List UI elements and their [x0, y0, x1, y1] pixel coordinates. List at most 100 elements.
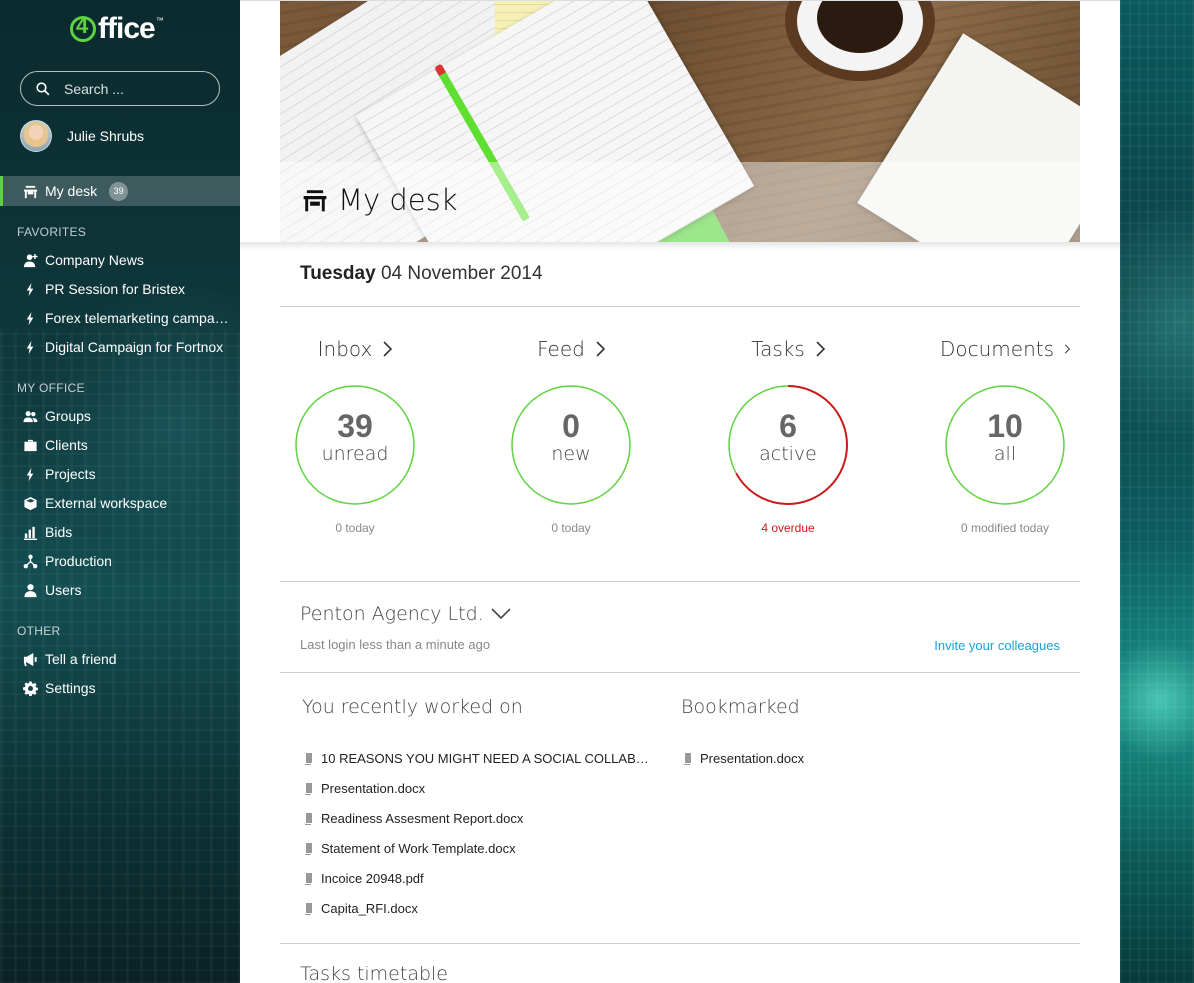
sidebar-item-pr-session[interactable]: PR Session for Bristex [0, 274, 240, 304]
bolt-icon [22, 339, 38, 355]
document-icon [304, 902, 312, 915]
tasks-count: 6 [779, 408, 797, 444]
document-icon [304, 842, 312, 855]
briefcase-icon [22, 437, 38, 453]
tasks-count-label: active [759, 443, 817, 465]
last-login-text: Last login less than a minute ago [300, 637, 491, 652]
main-content: My desk Tuesday 04 November 2014 Inbox 3… [240, 0, 1120, 983]
bookmarked-file[interactable]: Presentation.docx [683, 751, 804, 766]
company-selector[interactable]: Penton Agency Ltd. [300, 603, 512, 625]
inbox-ring[interactable]: 39 unread [295, 385, 415, 505]
desk-icon [303, 190, 327, 212]
sidebar-item-label: Projects [45, 466, 96, 482]
recent-file[interactable]: 10 REASONS YOU MIGHT NEED A SOCIAL COLLA… [304, 751, 657, 766]
gear-icon [22, 680, 38, 696]
sidebar-item-label: Bids [45, 524, 73, 540]
sidebar-item-projects[interactable]: Projects [0, 459, 240, 489]
recent-file[interactable]: Incoice 20948.pdf [304, 871, 424, 886]
sidebar-item-digital-campaign[interactable]: Digital Campaign for Fortnox [0, 332, 240, 362]
stat-documents[interactable]: Documents 10 all 0 modified today [940, 337, 1070, 535]
sidebar: ffice ™ Julie Shrubs My desk 39 FAVORITE… [0, 0, 240, 983]
sidebar-item-production[interactable]: Production [0, 546, 240, 576]
sidebar-item-forex-campaign[interactable]: Forex telemarketing campaign [0, 303, 240, 333]
search-input[interactable] [64, 80, 204, 97]
group-icon [22, 408, 38, 424]
section-title-other: OTHER [17, 624, 61, 638]
recent-file[interactable]: Statement of Work Template.docx [304, 841, 516, 856]
logo-text: ffice [98, 12, 156, 45]
stat-title-inbox[interactable]: Inbox [290, 337, 420, 361]
logo-mark-icon [70, 13, 96, 42]
sidebar-item-external-workspace[interactable]: External workspace [0, 488, 240, 518]
recent-file[interactable]: Capita_RFI.docx [304, 901, 418, 916]
feed-subtext: 0 today [551, 521, 591, 535]
divider [280, 943, 1080, 944]
feed-ring[interactable]: 0 new [511, 385, 631, 505]
sidebar-item-label: External workspace [45, 495, 168, 511]
recent-file[interactable]: Readiness Assesment Report.docx [304, 811, 523, 826]
search-box[interactable] [20, 71, 220, 106]
stat-title-feed[interactable]: Feed [506, 337, 636, 361]
stat-tasks[interactable]: Tasks 6 active 4 overdue [723, 337, 853, 535]
bookmarked-title: Bookmarked [681, 696, 800, 718]
sidebar-item-clients[interactable]: Clients [0, 430, 240, 460]
inbox-subtext: 0 today [335, 521, 375, 535]
sidebar-item-users[interactable]: Users [0, 575, 240, 605]
sidebar-item-groups[interactable]: Groups [0, 401, 240, 431]
tasks-overdue: 4 overdue [761, 521, 815, 535]
documents-ring[interactable]: 10 all [945, 385, 1065, 505]
sidebar-item-label: Forex telemarketing campaign [45, 310, 230, 326]
documents-subtext: 0 modified today [960, 521, 1050, 535]
documents-count-label: all [993, 443, 1017, 465]
divider [280, 306, 1080, 307]
invite-colleagues-link[interactable]: Invite your colleagues [934, 638, 1060, 653]
user-name: Julie Shrubs [67, 128, 145, 144]
desk-icon [22, 183, 38, 199]
section-title-my-office: MY OFFICE [17, 381, 85, 395]
document-icon [304, 782, 312, 795]
sidebar-item-label: Tell a friend [45, 651, 117, 667]
sidebar-item-settings[interactable]: Settings [0, 673, 240, 703]
document-icon [304, 812, 312, 825]
sidebar-item-label: Company News [45, 252, 144, 268]
recent-title: You recently worked on [302, 696, 523, 718]
sidebar-item-bids[interactable]: Bids [0, 517, 240, 547]
sidebar-item-label: Users [45, 582, 82, 598]
chevron-right-icon [383, 341, 393, 357]
feed-count-label: new [551, 443, 591, 465]
sidebar-item-company-news[interactable]: Company News [0, 245, 240, 275]
search-icon [36, 81, 50, 95]
avatar[interactable] [20, 120, 52, 152]
sidebar-item-label: Settings [45, 680, 96, 696]
tasks-ring[interactable]: 6 active [728, 385, 848, 505]
tasks-timetable-title: Tasks timetable [300, 963, 448, 983]
inbox-count: 39 [337, 408, 373, 444]
sidebar-item-label: My desk [45, 183, 98, 199]
stat-title-tasks[interactable]: Tasks [723, 337, 853, 361]
stat-feed[interactable]: Feed 0 new 0 today [506, 337, 636, 535]
recent-file[interactable]: Presentation.docx [304, 781, 425, 796]
current-date: Tuesday 04 November 2014 [300, 263, 543, 285]
company-name: Penton Agency Ltd. [300, 603, 484, 625]
sidebar-item-label: Digital Campaign for Fortnox [45, 339, 224, 355]
sidebar-item-label: Groups [45, 408, 91, 424]
chevron-right-icon [596, 341, 605, 357]
user-icon [22, 582, 38, 598]
document-icon [683, 752, 691, 765]
date-value: 04 November 2014 [380, 263, 543, 284]
divider [280, 581, 1080, 582]
stat-inbox[interactable]: Inbox 39 unread 0 today [290, 337, 420, 535]
network-icon [22, 553, 38, 569]
page-title: My desk [302, 183, 458, 217]
stat-title-documents[interactable]: Documents [940, 337, 1070, 361]
logo[interactable]: ffice ™ [70, 12, 164, 50]
inbox-count-label: unread [321, 443, 389, 465]
sidebar-item-label: Clients [45, 437, 88, 453]
user-profile[interactable]: Julie Shrubs [20, 120, 144, 152]
chevron-right-icon [1064, 344, 1070, 354]
sidebar-item-tell-a-friend[interactable]: Tell a friend [0, 644, 240, 674]
document-icon [304, 872, 312, 885]
sidebar-item-my-desk[interactable]: My desk 39 [0, 176, 240, 206]
header-banner: My desk [280, 1, 1080, 242]
chevron-down-icon [491, 608, 511, 620]
